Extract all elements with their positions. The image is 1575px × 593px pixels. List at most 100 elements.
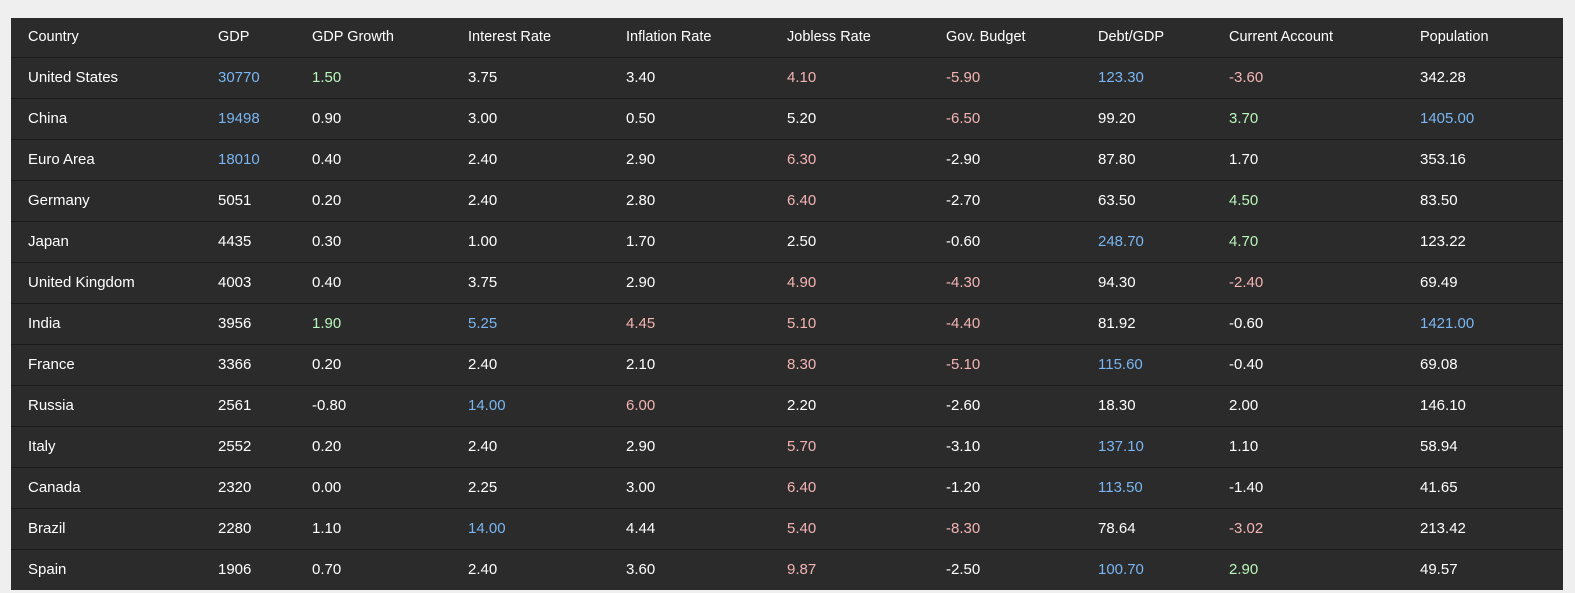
cell-current-account: 4.70 [1229, 220, 1420, 262]
cell-gov-budget: -5.90 [946, 56, 1098, 98]
cell-gdp-growth: 0.00 [312, 466, 468, 508]
cell-country[interactable]: Italy [11, 425, 218, 467]
cell-interest-rate: 14.00 [468, 507, 626, 549]
cell-jobless-rate: 6.30 [787, 138, 946, 180]
cell-country[interactable]: Germany [11, 179, 218, 221]
cell-inflation-rate: 1.70 [626, 220, 787, 262]
cell-inflation-rate: 3.40 [626, 56, 787, 98]
cell-debt-gdp: 123.30 [1098, 56, 1229, 98]
header-interest-rate[interactable]: Interest Rate [468, 18, 626, 58]
cell-country[interactable]: United States [11, 56, 218, 98]
cell-country[interactable]: Euro Area [11, 138, 218, 180]
header-population[interactable]: Population [1420, 18, 1563, 58]
table-row[interactable]: United Kingdom 4003 0.40 3.75 2.90 4.90 -4.30 9… [11, 261, 1563, 303]
cell-debt-gdp: 18.30 [1098, 384, 1229, 426]
cell-current-account: 2.90 [1229, 548, 1420, 590]
table-row[interactable]: Canada 2320 0.00 2.25 3.00 6.40 -1.20 113.50 -1.… [11, 466, 1563, 508]
table-row[interactable]: China 19498 0.90 3.00 0.50 5.20 -6.50 99.20 3.70… [11, 97, 1563, 139]
cell-inflation-rate: 2.90 [626, 138, 787, 180]
cell-country[interactable]: Canada [11, 466, 218, 508]
table-row[interactable]: Germany 5051 0.20 2.40 2.80 6.40 -2.70 63.50 4.5… [11, 179, 1563, 221]
cell-country[interactable]: India [11, 302, 218, 344]
cell-debt-gdp: 115.60 [1098, 343, 1229, 385]
table-row[interactable]: India 3956 1.90 5.25 4.45 5.10 -4.40 81.92 -0.60… [11, 302, 1563, 344]
cell-inflation-rate: 6.00 [626, 384, 787, 426]
cell-gov-budget: -1.20 [946, 466, 1098, 508]
cell-gdp-growth: 0.30 [312, 220, 468, 262]
cell-debt-gdp: 99.20 [1098, 97, 1229, 139]
cell-debt-gdp: 100.70 [1098, 548, 1229, 590]
cell-gdp-growth: 1.90 [312, 302, 468, 344]
cell-gdp: 2280 [218, 507, 312, 549]
header-inflation-rate[interactable]: Inflation Rate [626, 18, 787, 58]
cell-country[interactable]: France [11, 343, 218, 385]
cell-jobless-rate: 6.40 [787, 466, 946, 508]
cell-gov-budget: -0.60 [946, 220, 1098, 262]
cell-gdp-growth: 1.50 [312, 56, 468, 98]
header-gov-budget[interactable]: Gov. Budget [946, 18, 1098, 58]
header-current-account[interactable]: Current Account [1229, 18, 1420, 58]
cell-debt-gdp: 113.50 [1098, 466, 1229, 508]
table-row[interactable]: Brazil 2280 1.10 14.00 4.44 5.40 -8.30 78.64 -3.… [11, 507, 1563, 549]
cell-inflation-rate: 3.00 [626, 466, 787, 508]
table-row[interactable]: United States 30770 1.50 3.75 3.40 4.10 -5.90 1… [11, 56, 1563, 98]
table-row[interactable]: Italy 2552 0.20 2.40 2.90 5.70 -3.10 137.10 1.10… [11, 425, 1563, 467]
table-row[interactable]: Euro Area 18010 0.40 2.40 2.90 6.30 -2.90 87.80… [11, 138, 1563, 180]
cell-country[interactable]: China [11, 97, 218, 139]
cell-population: 123.22 [1420, 220, 1563, 262]
cell-jobless-rate: 2.20 [787, 384, 946, 426]
cell-country[interactable]: Spain [11, 548, 218, 590]
cell-population: 41.65 [1420, 466, 1563, 508]
cell-gdp: 4435 [218, 220, 312, 262]
cell-population: 58.94 [1420, 425, 1563, 467]
cell-interest-rate: 14.00 [468, 384, 626, 426]
cell-gov-budget: -5.10 [946, 343, 1098, 385]
cell-gdp: 2320 [218, 466, 312, 508]
cell-gov-budget: -8.30 [946, 507, 1098, 549]
cell-debt-gdp: 63.50 [1098, 179, 1229, 221]
table-row[interactable]: Japan 4435 0.30 1.00 1.70 2.50 -0.60 248.70 4.70… [11, 220, 1563, 262]
cell-debt-gdp: 94.30 [1098, 261, 1229, 303]
cell-jobless-rate: 4.90 [787, 261, 946, 303]
cell-gdp-growth: 0.90 [312, 97, 468, 139]
cell-inflation-rate: 3.60 [626, 548, 787, 590]
cell-gov-budget: -2.90 [946, 138, 1098, 180]
cell-country[interactable]: Japan [11, 220, 218, 262]
cell-gov-budget: -4.30 [946, 261, 1098, 303]
cell-gdp-growth: 0.70 [312, 548, 468, 590]
table-row[interactable]: France 3366 0.20 2.40 2.10 8.30 -5.10 115.60 -0.… [11, 343, 1563, 385]
cell-inflation-rate: 2.10 [626, 343, 787, 385]
cell-interest-rate: 3.00 [468, 97, 626, 139]
cell-current-account: 1.70 [1229, 138, 1420, 180]
cell-gdp: 2561 [218, 384, 312, 426]
cell-population: 213.42 [1420, 507, 1563, 549]
cell-gdp: 3956 [218, 302, 312, 344]
cell-gov-budget: -2.70 [946, 179, 1098, 221]
cell-current-account: 3.70 [1229, 97, 1420, 139]
cell-inflation-rate: 4.44 [626, 507, 787, 549]
header-jobless-rate[interactable]: Jobless Rate [787, 18, 946, 58]
cell-country[interactable]: Brazil [11, 507, 218, 549]
cell-debt-gdp: 137.10 [1098, 425, 1229, 467]
cell-current-account: 1.10 [1229, 425, 1420, 467]
cell-gdp-growth: 0.40 [312, 138, 468, 180]
table-row[interactable]: Spain 1906 0.70 2.40 3.60 9.87 -2.50 100.70 2.90… [11, 548, 1563, 590]
cell-population: 1421.00 [1420, 302, 1563, 344]
cell-current-account: 4.50 [1229, 179, 1420, 221]
table-row[interactable]: Russia 2561 -0.80 14.00 6.00 2.20 -2.60 18.30 2.… [11, 384, 1563, 426]
cell-country[interactable]: United Kingdom [11, 261, 218, 303]
cell-interest-rate: 3.75 [468, 261, 626, 303]
cell-gdp-growth: -0.80 [312, 384, 468, 426]
header-gdp-growth[interactable]: GDP Growth [312, 18, 468, 58]
header-gdp[interactable]: GDP [218, 18, 312, 58]
cell-debt-gdp: 81.92 [1098, 302, 1229, 344]
cell-population: 69.49 [1420, 261, 1563, 303]
header-debt-gdp[interactable]: Debt/GDP [1098, 18, 1229, 58]
cell-country[interactable]: Russia [11, 384, 218, 426]
cell-gdp: 2552 [218, 425, 312, 467]
cell-population: 146.10 [1420, 384, 1563, 426]
cell-jobless-rate: 9.87 [787, 548, 946, 590]
cell-current-account: -1.40 [1229, 466, 1420, 508]
cell-gdp: 1906 [218, 548, 312, 590]
header-country[interactable]: Country [11, 18, 218, 58]
